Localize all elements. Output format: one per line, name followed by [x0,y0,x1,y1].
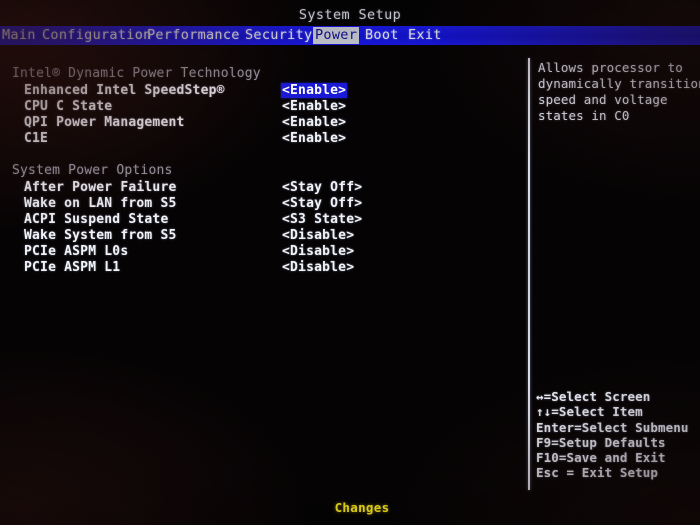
section-header: System Power Options [12,163,173,178]
setting-value[interactable]: <Enable> [281,115,347,130]
tab-boot[interactable]: Boot [363,27,401,44]
legend-line: Enter=Select Submenu [536,419,689,435]
panel-divider [528,58,530,490]
setting-label[interactable]: After Power Failure [24,180,177,195]
help-text-line: states in C0 [538,108,630,123]
settings-pane: Intel® Dynamic Power Technology Enhanced … [0,58,520,488]
legend-line: Esc = Exit Setup [536,465,659,481]
section-header: Intel® Dynamic Power Technology [12,66,261,81]
setting-label[interactable]: PCIe ASPM L0s [24,244,128,259]
setting-label[interactable]: CPU C State [24,99,112,114]
setting-label[interactable]: Enhanced Intel SpeedStep® [24,83,225,98]
setting-label[interactable]: ACPI Suspend State [24,212,168,227]
tab-security[interactable]: Security [243,27,314,44]
legend-line: F10=Save and Exit [536,450,666,466]
help-text-line: dynamically transition [538,76,700,91]
page-title: System Setup [298,7,402,23]
setting-value[interactable]: <S3 State> [281,212,363,227]
tab-configuration[interactable]: Configuration [40,27,154,44]
legend-line: ↔=Select Screen [536,389,651,404]
tab-main[interactable]: Main [0,27,38,44]
setting-value[interactable]: <Enable> [281,83,348,98]
status-bar-text: Changes [334,500,390,515]
help-panel: Allows processor to dynamically transitio… [538,60,700,124]
tab-performance[interactable]: Performance [145,27,242,44]
setting-label[interactable]: PCIe ASPM L1 [24,260,120,275]
tab-exit[interactable]: Exit [406,27,444,44]
setting-value[interactable]: <Disable> [281,228,355,243]
tab-power[interactable]: Power [313,27,360,44]
menu-bar: Main Configuration Performance Security Powe… [0,26,700,45]
setting-value[interactable]: <Stay Off> [281,196,363,211]
bios-setup-screen: System Setup Main Configuration Performanc… [0,0,700,525]
setting-value[interactable]: <Enable> [281,99,347,114]
help-text-line: Allows processor to [538,60,683,75]
setting-value[interactable]: <Enable> [281,131,347,146]
setting-value[interactable]: <Stay Off> [281,180,363,195]
setting-label[interactable]: C1E [24,131,48,146]
setting-label[interactable]: Wake System from S5 [24,228,177,243]
setting-label[interactable]: QPI Power Management [24,115,185,130]
setting-value[interactable]: <Disable> [281,260,355,275]
setting-value[interactable]: <Disable> [281,244,355,259]
key-legend-panel: ↔=Select Screen ↑↓=Select Item Enter=Selec… [536,389,698,481]
help-text-line: speed and voltage [538,92,668,107]
setting-label[interactable]: Wake on LAN from S5 [24,196,177,211]
legend-line: F9=Setup Defaults [536,434,666,450]
legend-line: ↑↓=Select Item [536,404,643,420]
